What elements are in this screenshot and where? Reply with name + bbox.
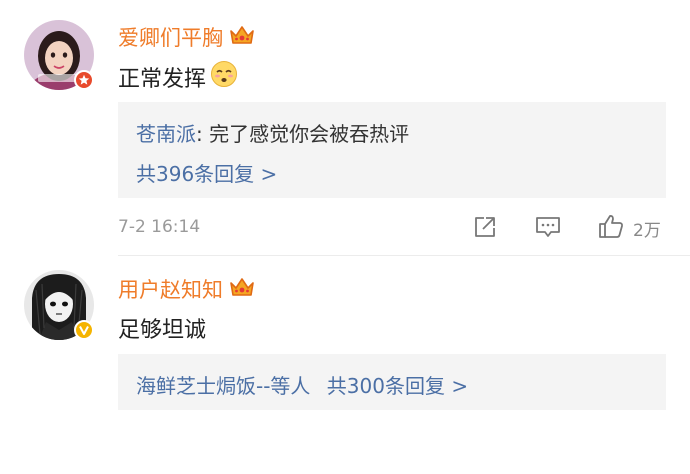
like-count: 2万 xyxy=(633,221,661,241)
awkward-emoji-icon xyxy=(210,60,238,94)
comment-username[interactable]: 用户赵知知 xyxy=(118,274,255,304)
comment-username[interactable]: 爱卿们平胸 xyxy=(118,22,255,52)
crown-icon xyxy=(229,276,255,303)
comment-divider xyxy=(118,255,690,256)
reply-text: 完了感觉你会被吞热评 xyxy=(209,122,410,146)
username-text[interactable]: 用户赵知知 xyxy=(118,274,223,304)
share-icon[interactable] xyxy=(473,215,497,243)
reply-preview[interactable]: 苍南派: 完了感觉你会被吞热评 xyxy=(136,118,409,147)
comment-body: 足够坦诚 xyxy=(118,318,207,343)
reply-summary[interactable]: 海鲜芝士焗饭--等人 共300条回复 > xyxy=(136,370,468,399)
view-replies-link[interactable]: 共396条回复 > xyxy=(136,158,277,187)
reply-authors-link[interactable]: 海鲜芝士焗饭--等人 xyxy=(136,374,310,398)
reply-separator: : xyxy=(196,122,210,146)
reply-preview-box[interactable]: 苍南派: 完了感觉你会被吞热评 共396条回复 > xyxy=(118,102,666,198)
comment-text: 正常发挥 xyxy=(118,60,238,94)
comment-text: 足够坦诚 xyxy=(118,312,206,344)
comment-body: 正常发挥 xyxy=(118,67,207,92)
reply-author-link[interactable]: 苍南派 xyxy=(136,122,196,146)
vip-badge xyxy=(74,70,94,90)
v-icon xyxy=(79,326,89,335)
crown-icon xyxy=(229,24,255,51)
username-text[interactable]: 爱卿们平胸 xyxy=(118,22,223,52)
verified-badge xyxy=(74,320,94,340)
star-icon xyxy=(78,74,90,85)
reply-preview-box[interactable]: 海鲜芝士焗饭--等人 共300条回复 > xyxy=(118,354,666,410)
reply-comment-icon[interactable] xyxy=(535,215,561,243)
comment-timestamp: 7-2 16:14 xyxy=(118,217,201,237)
view-replies-link[interactable]: 共300条回复 > xyxy=(327,374,468,398)
thumbs-up-icon[interactable] xyxy=(598,213,624,243)
